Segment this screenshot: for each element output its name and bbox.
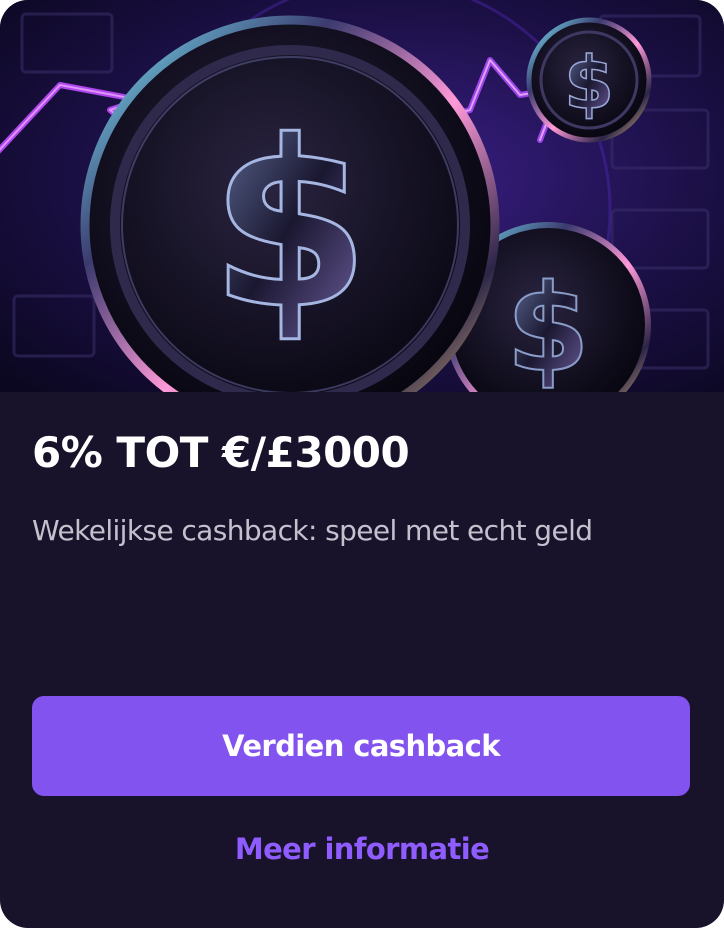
promo-content: 6% TOT €/£3000 Wekelijkse cashback: spee…	[0, 392, 724, 928]
more-info-link[interactable]: Meer informatie	[0, 832, 724, 866]
promo-title: 6% TOT €/£3000	[32, 428, 410, 477]
svg-text:$: $	[506, 260, 590, 392]
hero-image: $ $ $	[0, 0, 724, 392]
promo-subtitle: Wekelijkse cashback: speel met echt geld	[32, 514, 593, 547]
promo-card: $ $ $ 6% TOT €/£3000 Wekelijkse cashback…	[0, 0, 724, 928]
svg-text:$: $	[210, 93, 370, 360]
earn-cashback-button[interactable]: Verdien cashback	[32, 696, 690, 796]
dollar-coin-icon: $	[526, 17, 652, 143]
dollar-coin-icon: $	[80, 15, 500, 392]
svg-text:$: $	[564, 41, 614, 125]
